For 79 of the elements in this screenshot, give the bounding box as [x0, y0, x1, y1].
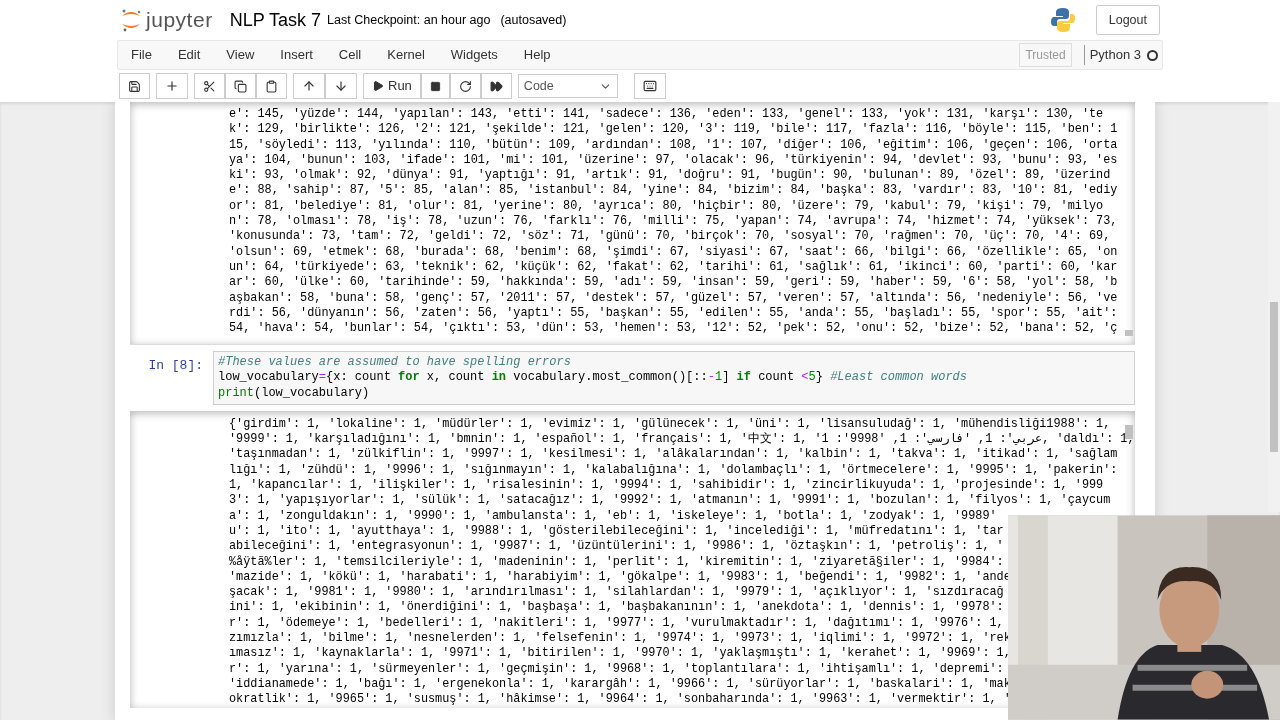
clipboard-icon — [265, 79, 278, 93]
output-line: ki': 93, 'olmak': 92, 'dünya': 91, 'yaptığı': 91, 'artık': 91, 'doğru': 91, 'bugün': 90, 'bulunan': 89, 'özel': 89, 'üzerind — [229, 168, 1111, 184]
output-line: 'konusunda': 73, 'tam': 72, 'geldi': 72, 'söz': 71, 'günü': 70, 'birçok': 70, 'sosyal': 70, 'rağmen': 70, 'üç': 70, '4': 69, — [229, 229, 1111, 245]
arrow-down-icon — [334, 79, 348, 93]
play-icon — [372, 80, 384, 92]
output-line: a': 1, 'zonguldakın': 1, '9990': 1, 'ambulansta': 1, 'eb': 1, 'iskeleye': 1, 'botla': 1, 'zodyak': 1, '9989' — [229, 508, 997, 524]
output-line: 15, 'söyledi': 113, 'yılında': 110, 'bütün': 109, 'ardından': 108, '1': 107, 'diğer': 106, 'eğitim': 106, 'geçen': 106, 'orta — [229, 137, 1118, 153]
output-line: e': 145, 'yüzde': 144, 'yapılan': 143, 'etti': 141, 'sadece': 136, 'eden': 133, 'genel': 133, 'yok': 131, 'karşı': 130, 'te — [229, 107, 1104, 123]
restart-button[interactable] — [449, 73, 481, 99]
output-line: ini': 1, 'ekibinin': 1, 'önerdiğini': 1, 'başbaşa': 1, 'başbakanının': 1, 'anekdota': 1, 'dennis': 1, '9978': — [229, 600, 1004, 616]
menu-item[interactable]: Widgets — [437, 45, 511, 65]
autosave-status: (autosaved) — [500, 11, 567, 29]
output-line: '9999': 1, 'karşıladığını': 1, 'bmnin': 1, 'español': 1, 'français': 1, '中文': 1, 'عربي': 1, 'فارسي': 1, '9998': 1, 'daldı': 1, — [229, 432, 1135, 448]
output-line: 'taşınmadan': 1, 'zülkiflin': 1, '9997': 1, 'kesilmesi': 1, 'alâkalarından': 1, 'kalbin': 1, 'takva': 1, 'itikad': 1, 'sağlam — [229, 447, 1118, 463]
output-line: or': 81, 'belediye': 81, 'olur': 81, 'yerine': 80, 'ayrıca': 80, 'hiçbir': 80, 'üzere': 79, 'kabul': 79, 'kişi': 79, 'milyo — [229, 198, 1104, 215]
output-line: 1, 'kapancılar': 1, 'ilişkiler': 1, 'risalesinin': 1, '9994': 1, 'sahibidir': 1, 'zincirlikuyuda': 1, 'projesinde': 1, '999 — [229, 478, 1104, 494]
notebook-name[interactable]: NLP Task 7 — [229, 6, 322, 34]
logout-button[interactable]: Logout — [1095, 5, 1160, 35]
save-icon — [128, 79, 141, 93]
cell-type-select[interactable]: Code — [517, 74, 618, 98]
code-line: #These values are assumed to have spelling errors — [218, 355, 571, 371]
code-input[interactable]: #These values are assumed to have spelling errors low_vocabulary={x: count for x, count in vocabulary.most_common()[::-1] if count <5} #Least common words print(low_vocabulary) — [213, 351, 1135, 405]
restart-icon — [458, 79, 472, 93]
output-line: n': 78, 'olması': 78, 'iş': 78, 'uzun': 76, 'farklı': 76, 'milli': 75, 'yapan': 74, 'avrupa': 74, 'hizmet': 74, 'yüksek': 73, — [229, 214, 1118, 230]
output-line: un': 64, 'türkiyede': 63, 'teknik': 62, 'küçük': 62, 'fakat': 62, 'tarihi': 61, 'sağlık': 61, 'ikinci': 60, 'parti': 60, 'kar — [229, 259, 1118, 276]
jupyter-logo-icon — [120, 8, 142, 32]
output-line: rdi': 56, 'dünyanın': 56, 'zaten': 56, 'yaptı': 55, 'başkan': 55, 'edilen': 55, 'anda': 55, 'başladı': 55, 'spor': 55, 'ait': — [229, 305, 1118, 322]
output-line: abileceğini': 1, 'entegrasyonun': 1, '9987': 1, 'üzüntülerini': 1, '9986': 1, 'öztaşkın': 1, 'petroliş': 1, ' — [229, 539, 1004, 555]
page-scrollbar[interactable] — [1268, 102, 1280, 512]
output-line: ımasız': 1, 'kaynaklarla': 1, '9971': 1, 'bitirilen': 1, '9970': 1, 'yaklaşmıştı': 1, 'kerahet': 1, '9969': 1, — [229, 646, 1011, 662]
code-line: print(low_vocabulary) — [218, 385, 370, 401]
menu-item[interactable]: Insert — [267, 45, 326, 65]
output-line: {'girdim': 1, 'lokaline': 1, 'müdürler': 1, 'evimiz': 1, 'gülünecek': 1, 'üni': 1, 'lisansuludağ': 1, 'mühendisliği1988': 1, — [229, 416, 1111, 432]
output-line: k': 129, 'birlikte': 126, '2': 121, 'şekilde': 121, 'gelen': 120, '3': 119, 'bile': 117, 'fazla': 116, 'böyle': 115, 'ben': 1 — [229, 122, 1118, 138]
output-line: %åÿtã%ler': 1, 'temsilcileriyle': 1, 'madeninin': 1, 'perlit': 1, 'kiremitin': 1, 'ziyaretã§iler': 1, '9984': — [229, 554, 1004, 570]
code-line: low_vocabulary={x: count for x, count in vocabulary.most_common()[::-1] if count <5} #Least common words — [218, 370, 967, 386]
copy-button[interactable] — [225, 73, 256, 99]
output-line: okratlik': 1, '9965': 1, 'susmuş': 1, 'hâkimse': 1, '9964': 1, 'sonbaharında': 1, '9963': 1, 'vermektir': 1, ' — [229, 692, 1011, 708]
kernel-name: Python 3 — [1083, 45, 1141, 65]
output-line: 54, 'hava': 54, 'bunlar': 54, 'çıktı': 53, 'dün': 53, 'hemen': 53, '12': 52, 'pek': 52, 'onu': 52, 'bize': 52, 'bana': 52, 'ç — [229, 321, 1118, 337]
output-line: u': 1, 'ito': 1, 'ayutthaya': 1, '9988': 1, 'gösterilebileceğini': 1, 'incelediği': 1, 'müfredatını': 1, 'tar — [229, 523, 1004, 540]
move-up-button[interactable] — [293, 73, 325, 99]
cell-prompt: In [8]: — [147, 357, 204, 375]
keyboard-icon — [642, 79, 657, 93]
fast-forward-icon — [489, 79, 503, 93]
menu-item[interactable]: File — [118, 45, 165, 65]
output-line: ar': 60, 'ülke': 60, 'tarihinde': 59, 'hakkında': 59, 'adı': 59, 'insan': 59, 'geri': 59, 'haber': 59, '6': 58, 'yol': 58, 'b — [229, 275, 1118, 291]
save-button[interactable] — [119, 73, 150, 99]
stop-icon — [429, 80, 441, 92]
add-cell-button[interactable] — [156, 73, 188, 99]
keyboard-button[interactable] — [633, 73, 666, 99]
move-down-button[interactable] — [325, 73, 357, 99]
paste-button[interactable] — [256, 73, 287, 99]
stop-button[interactable] — [420, 73, 450, 99]
menu-item[interactable]: Edit — [164, 45, 214, 65]
output-line: ya': 104, 'bunun': 103, 'ifade': 101, 'mi': 101, 'üzerine': 97, 'olacak': 96, 'türkiyenin': 94, 'devlet': 93, 'bunu': 93, 'es — [229, 152, 1118, 169]
menu-item[interactable]: Kernel — [374, 45, 438, 65]
output-line: aşbakan': 58, 'buna': 58, 'genç': 57, '2011': 57, 'destek': 57, 'güzel': 57, 'veren': 57, 'altında': 56, 'nedeniyle': 56, 've — [229, 290, 1118, 306]
python-logo-icon — [1049, 7, 1076, 33]
output-line: 'olsun': 69, 'etmek': 68, 'burada': 68, 'benim': 68, 'şimdi': 67, 'siyasi': 67, 'saat': 66, 'bilgi': 66, 'özellikle': 65, 'on — [229, 244, 1118, 260]
menu-item[interactable]: View — [213, 45, 268, 65]
scrollbar[interactable] — [1125, 330, 1133, 336]
run-all-button[interactable] — [480, 73, 512, 99]
output-line: e': 88, 'sahip': 87, '5': 85, 'alan': 85, 'istanbul': 84, 'yine': 84, 'bizim': 84, 'başka': 83, 'vardır': 83, '10': 81, 'ediy — [229, 183, 1118, 199]
logo[interactable]: jupyter — [120, 4, 213, 36]
output-line: şacak': 1, '9981': 1, '9980': 1, 'arındırılması': 1, 'silahlardan': 1, '9979': 1, 'açıklıyor': 1, 'sızdıracağ — [229, 585, 1004, 601]
output-line: 3': 1, 'yapışıyorlar': 1, 'sülük': 1, 'satacağız': 1, '9992': 1, 'atmanın': 1, '9991': 1, 'bozulan': 1, 'filyos': 1, 'çaycum — [229, 493, 1111, 509]
menu-item[interactable]: Cell — [325, 45, 375, 65]
output-line: r': 1, 'ödemeye': 1, 'bedelleri': 1, 'nakitleri': 1, '9977': 1, 'vurulmaktadır': 1, 'dağıtımı': 1, '9976': 1, — [229, 615, 1004, 632]
scissors-icon — [203, 79, 216, 93]
output-line: lığı': 1, 'zühdü': 1, '9996': 1, 'sığınmayın': 1, 'kalabalığına': 1, 'dolambaçlı': 1, 'örtmecelere': 1, '9995': 1, 'pakerin': — [229, 462, 1118, 479]
add-icon — [165, 79, 179, 93]
checkpoint-status: Last Checkpoint: an hour ago — [327, 11, 491, 29]
output-line: r': 1, 'yarına': 1, 'sürmeyenler': 1, 'geçmişin': 1, '9968': 1, 'toplantılara': 1, 'ihtişamlı': 1, 'depremi': — [229, 661, 1004, 677]
copy-icon — [234, 79, 247, 93]
run-button[interactable]: Run — [363, 73, 421, 99]
arrow-up-icon — [302, 79, 316, 93]
cut-button[interactable] — [194, 73, 225, 99]
menu-item[interactable]: Help — [510, 45, 564, 65]
